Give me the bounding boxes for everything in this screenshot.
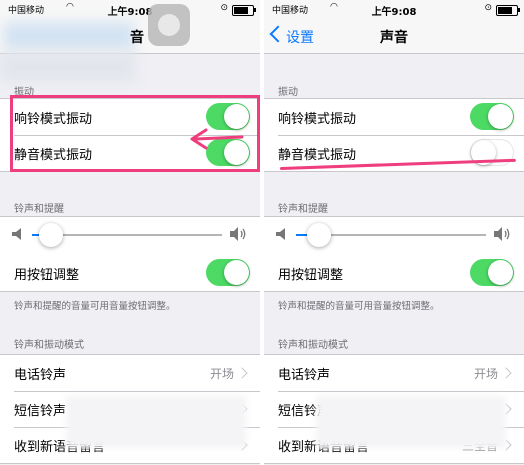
nav-title: 声音 (380, 30, 408, 46)
ringer-section-header: 铃声和提醒 (278, 204, 328, 215)
ringer-volume-slider[interactable] (296, 223, 486, 247)
lock-rotation-icon: ⊙ (484, 3, 492, 13)
nav-bar: 设置 声音 (264, 18, 524, 54)
change-with-buttons-label: 用按钮调整 (278, 268, 344, 283)
blurred-overlay (316, 396, 506, 448)
ringtone-row[interactable]: 电话铃声 开场 (264, 355, 524, 391)
ringtone-value: 开场 (209, 367, 234, 381)
chevron-right-icon (236, 367, 248, 379)
volume-low-icon (12, 228, 21, 240)
patterns-section-header: 铃声和振动模式 (14, 340, 84, 351)
ringtone-value: 开场 (473, 367, 498, 381)
vibrate-on-silent-label: 静音模式振动 (278, 148, 357, 163)
ringtone-row[interactable]: 电话铃声 开场 (0, 355, 260, 391)
lock-rotation-icon: ⊙ (220, 3, 228, 13)
volume-high-icon (230, 227, 246, 241)
nav-bar: 音 (0, 4, 260, 54)
slider-thumb[interactable] (306, 223, 331, 247)
blurred-back-button (4, 22, 134, 50)
change-with-buttons-group: 用按钮调整 (0, 255, 260, 292)
chevron-right-icon (500, 367, 512, 379)
text-tone-label: 短信铃声 (14, 404, 67, 419)
ringer-section-header: 铃声和提醒 (14, 204, 64, 215)
change-with-buttons-row: 用按钮调整 (0, 255, 260, 291)
volume-group (264, 216, 524, 258)
vibrate-on-ring-toggle[interactable] (470, 103, 514, 130)
battery-icon (232, 5, 256, 16)
volume-group (0, 216, 260, 258)
blurred-overlay (0, 52, 135, 82)
vibrate-on-ring-label: 响铃模式振动 (278, 112, 357, 127)
volume-low-icon (276, 228, 285, 240)
change-with-buttons-row: 用按钮调整 (264, 255, 524, 291)
change-with-buttons-group: 用按钮调整 (264, 255, 524, 292)
ringtone-label: 电话铃声 (278, 368, 331, 383)
status-bar: 中国移动 ◠ 上午9:08 ⊙ (264, 0, 524, 18)
battery-icon (496, 5, 520, 16)
vibrate-on-ring-row: 响铃模式振动 (264, 99, 524, 135)
ringer-volume-slider[interactable] (32, 223, 222, 247)
volume-high-icon (494, 227, 510, 241)
patterns-section-header: 铃声和振动模式 (278, 340, 348, 351)
vibrate-section-header: 振动 (278, 87, 298, 98)
blurred-overlay (66, 396, 246, 448)
slider-thumb[interactable] (39, 223, 63, 247)
change-with-buttons-label: 用按钮调整 (14, 268, 80, 283)
comparison-screenshot: 中国移动 ◠ 上午9:08 ⊙ 音 振动 响铃模式振动 静音模式振动 铃声和提醒… (0, 0, 524, 465)
ringer-footnote: 铃声和提醒的音量可用音量按钮调整。 (14, 301, 176, 312)
status-bar: 中国移动 ◠ 上午9:08 ⊙ (0, 0, 260, 18)
ringtone-label: 电话铃声 (14, 368, 67, 383)
change-with-buttons-toggle[interactable] (470, 259, 514, 286)
ringer-footnote: 铃声和提醒的音量可用音量按钮调整。 (278, 301, 440, 312)
change-with-buttons-toggle[interactable] (206, 259, 250, 286)
annotation-arrow-icon (190, 128, 244, 150)
nav-title: 音 (130, 30, 144, 46)
assistive-touch-icon-center (158, 14, 180, 36)
